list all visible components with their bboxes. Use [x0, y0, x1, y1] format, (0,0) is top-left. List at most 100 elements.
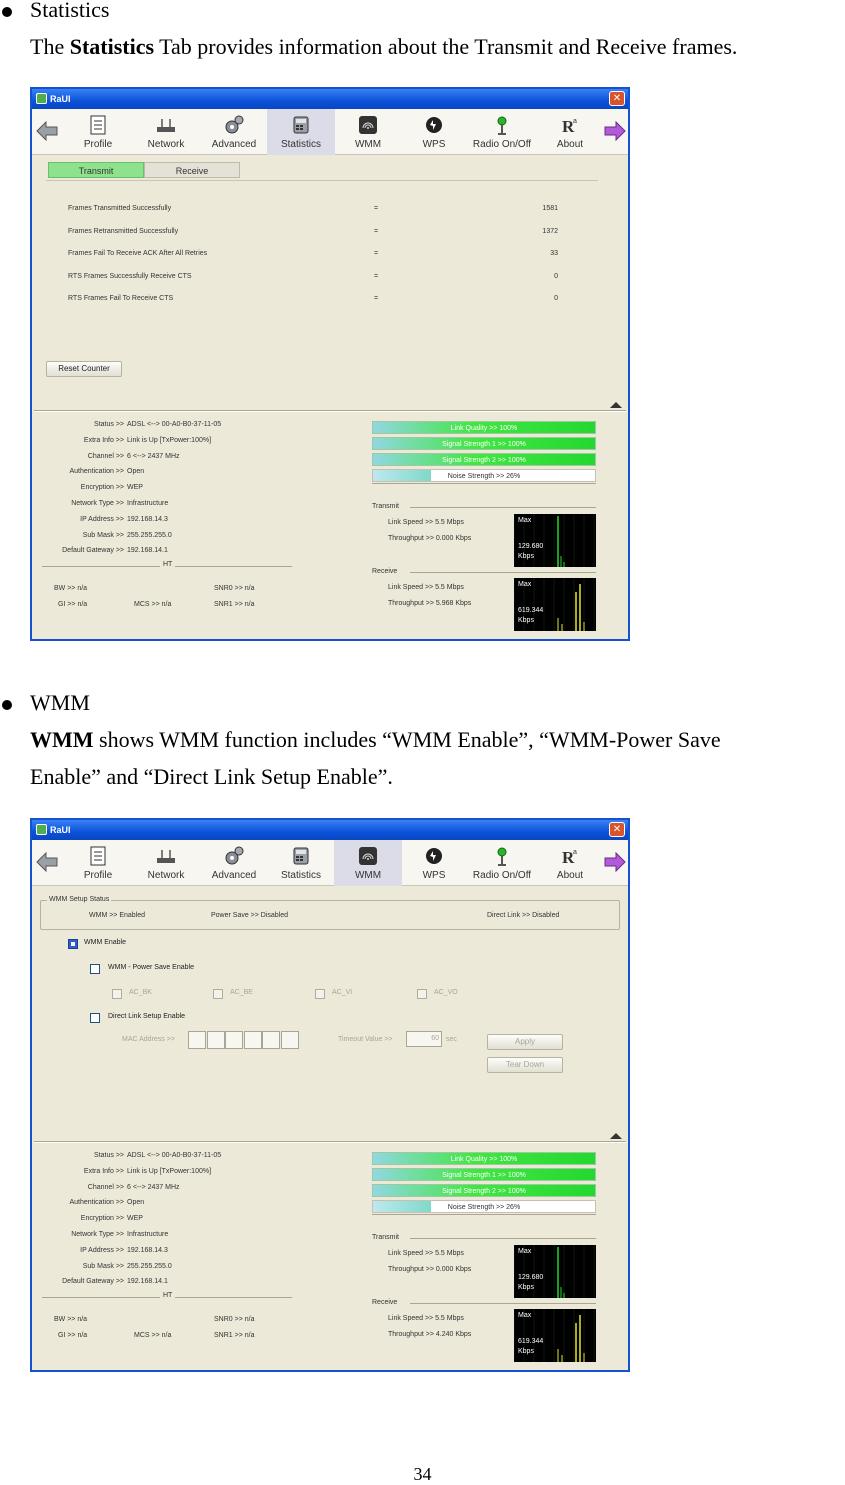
wmm-icon — [358, 846, 378, 866]
toolbar-about[interactable]: Ra About — [536, 840, 604, 886]
mac-octet-box[interactable] — [225, 1031, 243, 1049]
toolbar-label: WPS — [422, 870, 446, 881]
app-icon — [36, 824, 47, 835]
mac-octet-box[interactable] — [243, 1031, 262, 1049]
toolbar-wps[interactable]: WPS — [400, 840, 468, 886]
status-value: Infrastructure — [127, 500, 169, 507]
stat-equals: = — [374, 227, 379, 235]
ac-ac-be-checkbox[interactable] — [213, 989, 223, 999]
collapse-arrow-icon[interactable] — [610, 1133, 622, 1139]
tx-throughput: Throughput >> 0.000 Kbps — [388, 535, 472, 542]
noise-strength-bar: Noise Strength >> 26% — [372, 1200, 596, 1213]
collapse-arrow-icon[interactable] — [610, 402, 622, 408]
rx-throughput-graph: Max 619.344 Kbps — [514, 578, 596, 631]
ac-ac-vi-checkbox[interactable] — [315, 989, 325, 999]
toolbar-radio[interactable]: Radio On/Off — [468, 840, 536, 886]
toolbar-advanced[interactable]: Advanced — [200, 109, 268, 155]
stat-equals: = — [374, 272, 379, 280]
toolbar-radio[interactable]: Radio On/Off — [468, 109, 536, 155]
graph-rate: 619.344 Kbps — [518, 1338, 544, 1355]
toolbar-statistics[interactable]: Statistics — [267, 840, 335, 886]
power-save-checkbox[interactable] — [90, 964, 100, 974]
status-key: Extra Info >> — [83, 1167, 124, 1175]
window-titlebar: RaUI ✕ — [32, 820, 628, 840]
transmit-title: Transmit — [372, 1234, 399, 1241]
close-button[interactable]: ✕ — [609, 91, 625, 106]
radio-icon — [492, 846, 512, 866]
status-value: ADSL <--> 00-A0-B0-37-11-05 — [127, 421, 222, 428]
ac-label: AC_BK — [129, 989, 152, 996]
toolbar-label: WMM — [354, 139, 382, 150]
toolbar-about[interactable]: Ra About — [536, 109, 604, 155]
toolbar-label: Advanced — [211, 139, 257, 150]
timeout-label: Timeout Value >> — [338, 1036, 393, 1043]
mac-octet-box[interactable] — [280, 1031, 299, 1049]
bar-text: Link Quality >> 100% — [450, 1156, 518, 1163]
toolbar-label: About — [556, 139, 584, 150]
toolbar-label: Advanced — [211, 870, 257, 881]
mcs-value: MCS >> n/a — [134, 1332, 172, 1339]
wmm-icon — [358, 115, 378, 135]
power-save-label: WMM - Power Save Enable — [108, 964, 194, 971]
apply-button[interactable]: Apply — [487, 1034, 563, 1050]
toolbar-network[interactable]: Network — [132, 109, 200, 155]
ac-ac-vo-checkbox[interactable] — [417, 989, 427, 999]
app-icon — [36, 93, 47, 104]
stat-label: RTS Frames Fail To Receive CTS — [68, 295, 174, 302]
stat-label: Frames Retransmitted Successfully — [68, 227, 179, 235]
bullet-statistics — [2, 7, 12, 17]
status-key: Encryption >> — [80, 484, 124, 492]
window-title: RaUI — [50, 825, 71, 835]
stat-row: RTS Frames Successfully Receive CTS = 0 — [68, 273, 558, 285]
mac-address-label: MAC Address >> — [122, 1036, 175, 1043]
toolbar-wps[interactable]: WPS — [400, 109, 468, 155]
forward-arrow-icon[interactable] — [604, 121, 626, 141]
wmm-enable-checkbox[interactable] — [68, 939, 78, 949]
advanced-icon — [224, 115, 244, 135]
toolbar-advanced[interactable]: Advanced — [200, 840, 268, 886]
tab-transmit[interactable]: Transmit — [48, 162, 144, 178]
direct-link-checkbox[interactable] — [90, 1013, 100, 1023]
toolbar-label: WPS — [422, 139, 446, 150]
toolbar-label: Profile — [83, 870, 113, 881]
toolbar-network[interactable]: Network — [132, 840, 200, 886]
toolbar-wmm[interactable]: WMM — [334, 109, 402, 155]
toolbar: Profile Network Advanced Statistics WMM WPS Ra… — [32, 840, 628, 886]
toolbar-profile[interactable]: Profile — [64, 109, 132, 155]
mac-octet-box[interactable] — [262, 1031, 280, 1049]
stat-value: 1372 — [542, 227, 558, 235]
timeout-input[interactable]: 60 — [406, 1031, 442, 1047]
reset-counter-button[interactable]: Reset Counter — [46, 361, 122, 377]
tear-down-button[interactable]: Tear Down — [487, 1057, 563, 1073]
close-button[interactable]: ✕ — [609, 822, 625, 837]
stat-label: RTS Frames Successfully Receive CTS — [68, 272, 192, 280]
forward-arrow-icon[interactable] — [604, 852, 626, 872]
status-key: IP Address >> — [80, 515, 124, 523]
tab-receive[interactable]: Receive — [144, 162, 240, 178]
statistics-heading: Statistics — [30, 0, 110, 22]
stat-row: Frames Fail To Receive ACK After All Ret… — [68, 250, 558, 262]
toolbar-profile[interactable]: Profile — [64, 840, 132, 886]
wps-icon — [424, 846, 444, 866]
noise-strength-bar: Noise Strength >> 26% — [372, 469, 596, 482]
back-arrow-icon[interactable] — [36, 852, 58, 872]
ac-ac-bk-checkbox[interactable] — [112, 989, 122, 999]
wps-icon — [424, 115, 444, 135]
mac-octet-box[interactable] — [206, 1031, 225, 1049]
toolbar-wmm[interactable]: WMM — [334, 840, 402, 886]
snr0-value: SNR0 >> n/a — [214, 585, 255, 592]
network-icon — [156, 115, 176, 135]
wmm-enable-label: WMM Enable — [84, 939, 127, 946]
back-arrow-icon[interactable] — [36, 121, 58, 141]
ac-label: AC_VO — [434, 989, 458, 996]
status-value: Link is Up [TxPower:100%] — [127, 436, 212, 444]
ht-label: HT — [160, 1292, 176, 1299]
status-key: Status >> — [94, 1152, 124, 1159]
mac-octet-box[interactable] — [188, 1031, 206, 1049]
rx-link-speed: Link Speed >> 5.5 Mbps — [388, 584, 464, 591]
window-titlebar: RaUI ✕ — [32, 89, 628, 109]
status-key: Network Type >> — [71, 500, 124, 507]
stat-value: 1581 — [542, 205, 558, 212]
toolbar-label: Profile — [83, 139, 113, 150]
toolbar-statistics[interactable]: Statistics — [267, 109, 335, 155]
